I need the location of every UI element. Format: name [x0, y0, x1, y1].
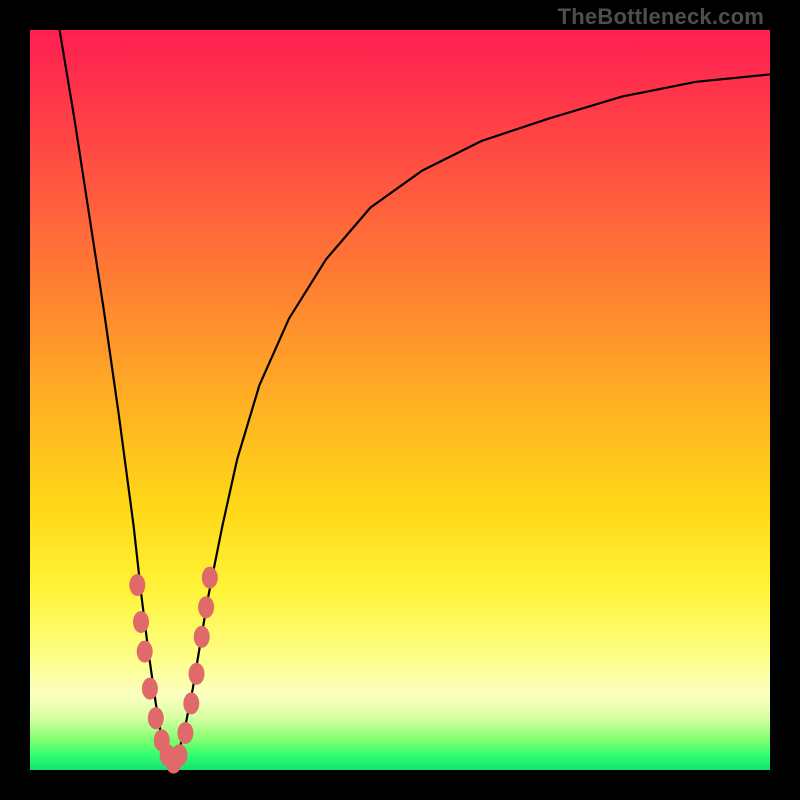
curve-layer: [30, 30, 770, 770]
bottleneck-curve: [60, 30, 770, 770]
highlight-marker: [202, 567, 218, 589]
highlight-marker: [148, 707, 164, 729]
chart-frame: TheBottleneck.com: [0, 0, 800, 800]
highlight-marker: [142, 678, 158, 700]
highlight-marker: [198, 596, 214, 618]
highlight-marker: [183, 692, 199, 714]
highlight-marker: [189, 663, 205, 685]
watermark: TheBottleneck.com: [558, 4, 764, 30]
plot-area: [30, 30, 770, 770]
highlight-marker: [129, 574, 145, 596]
highlight-marker: [177, 722, 193, 744]
highlight-marker: [133, 611, 149, 633]
highlight-marker: [137, 641, 153, 663]
highlight-marker: [194, 626, 210, 648]
highlight-marker: [172, 744, 188, 766]
